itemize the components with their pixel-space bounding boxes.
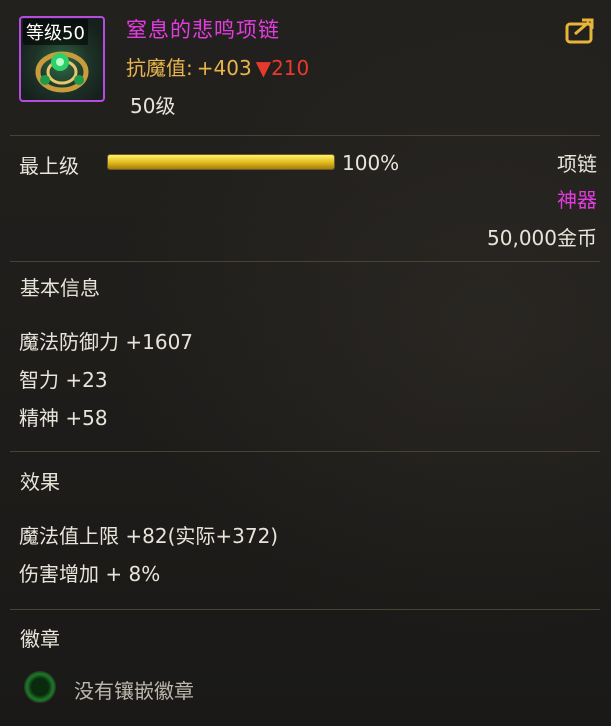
item-price: 50,000金币	[487, 226, 597, 250]
divider	[10, 609, 600, 610]
item-level-badge: 等级50	[23, 19, 88, 45]
effect-line: 伤害增加 + 8%	[19, 562, 161, 586]
upgrade-label: 最上级	[19, 154, 79, 178]
effects-heading: 效果	[20, 470, 60, 494]
divider	[10, 135, 600, 136]
divider	[10, 261, 600, 262]
no-emblem-text: 没有镶嵌徽章	[74, 679, 194, 703]
divider	[10, 451, 600, 452]
main-stat-label: 抗魔值:	[126, 56, 193, 80]
effect-line: 魔法值上限 +82(实际+372)	[19, 524, 279, 548]
upgrade-progress-bar	[107, 154, 335, 170]
required-level: 50级	[130, 94, 176, 118]
item-thumbnail[interactable]: 等级50	[19, 16, 105, 102]
necklace-icon	[35, 51, 89, 93]
emblem-slot-icon[interactable]	[24, 671, 56, 703]
basic-info-heading: 基本信息	[20, 276, 100, 300]
share-icon[interactable]	[565, 16, 597, 44]
upgrade-percent: 100%	[342, 151, 400, 175]
upgrade-progress-fill	[108, 155, 334, 169]
basic-stat-line: 智力 +23	[19, 368, 108, 392]
main-stat-value: +403	[196, 56, 252, 80]
basic-stat-line: 魔法防御力 +1607	[19, 330, 194, 354]
item-tooltip-panel: 等级50 窒息的悲鸣项链 抗魔值: +403 ▼210 50级 最上级 100% 项…	[0, 0, 611, 726]
basic-stat-line: 精神 +58	[19, 406, 108, 430]
main-stat: 抗魔值: +403 ▼210	[126, 52, 309, 81]
item-rarity: 神器	[557, 188, 597, 212]
item-type: 项链	[557, 152, 597, 176]
main-stat-diff: ▼210	[255, 56, 310, 80]
item-name: 窒息的悲鸣项链	[126, 18, 280, 42]
emblem-heading: 徽章	[20, 627, 60, 651]
